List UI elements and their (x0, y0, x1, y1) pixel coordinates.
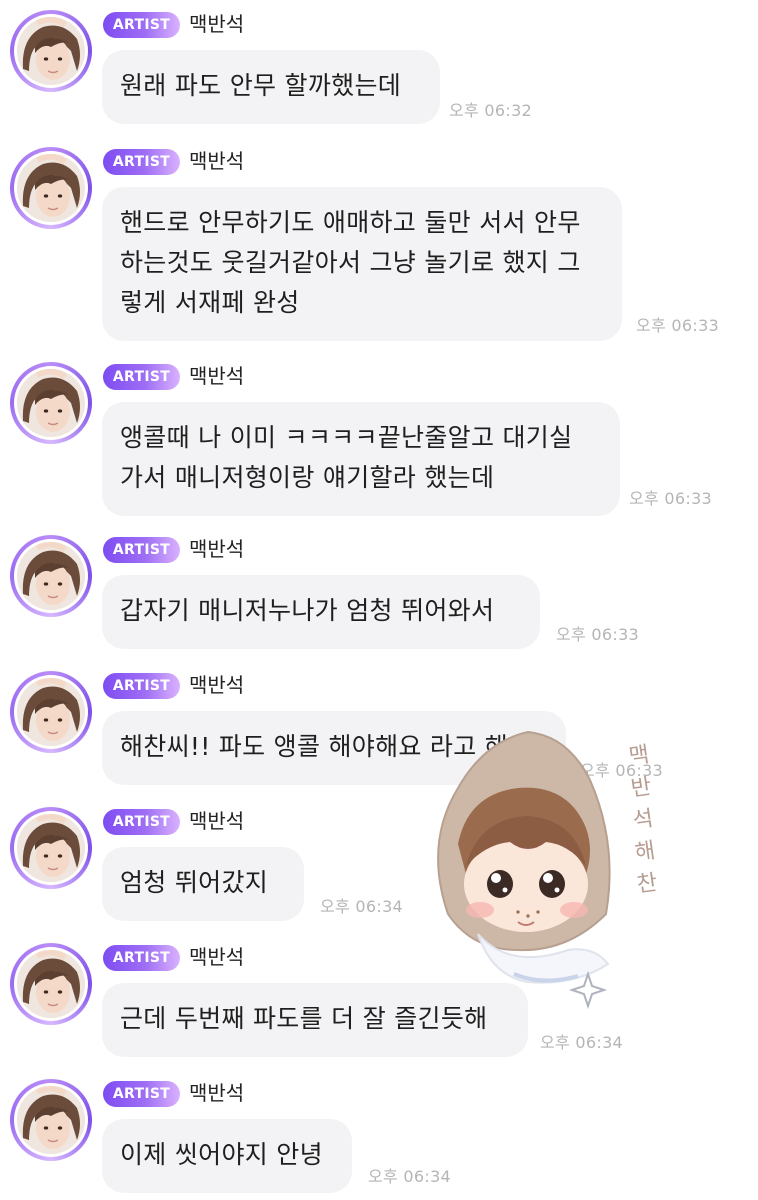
sender-name: 맥반석 (189, 673, 245, 697)
message-bubble: 갑자기 매니저누나가 엄청 뛰어와서 (102, 575, 540, 649)
avatar[interactable] (10, 943, 92, 1025)
artist-badge: ARTIST (103, 945, 180, 971)
message-bubble: 핸드로 안무하기도 애매하고 둘만 서서 안무 하는것도 웃길거같아서 그냥 놀… (102, 187, 622, 341)
message-text: 앵콜때 나 이미 ㅋㅋㅋㅋ끝난줄알고 대기실 가서 매니저형이랑 얘기할라 했는… (120, 423, 573, 492)
avatar[interactable] (10, 147, 92, 229)
message-bubble: 앵콜때 나 이미 ㅋㅋㅋㅋ끝난줄알고 대기실 가서 매니저형이랑 얘기할라 했는… (102, 402, 620, 516)
message-text: 핸드로 안무하기도 애매하고 둘만 서서 안무 하는것도 웃길거같아서 그냥 놀… (120, 208, 581, 317)
artist-badge: ARTIST (103, 149, 180, 175)
avatar[interactable] (10, 807, 92, 889)
sender-name: 맥반석 (189, 1081, 245, 1105)
message-time: 오후 06:32 (449, 101, 533, 120)
message-bubble: 엄청 뛰어갔지 (102, 847, 304, 921)
sender-name: 맥반석 (189, 12, 245, 36)
artist-badge: ARTIST (103, 673, 180, 699)
avatar[interactable] (10, 1079, 92, 1161)
sender-name: 맥반석 (189, 537, 245, 561)
sender-name: 맥반석 (189, 945, 245, 969)
artist-badge: ARTIST (103, 12, 180, 38)
svg-text:반: 반 (629, 774, 653, 802)
avatar[interactable] (10, 10, 92, 92)
message-time: 오후 06:33 (636, 316, 720, 335)
svg-text:맥: 맥 (627, 742, 651, 770)
message-time: 오후 06:34 (320, 897, 404, 916)
message-time: 오후 06:34 (540, 1033, 624, 1052)
sender-name: 맥반석 (189, 364, 245, 388)
message-text: 원래 파도 안무 할까했는데 (120, 71, 402, 100)
message-text: 엄청 뛰어갔지 (120, 868, 269, 897)
avatar[interactable] (10, 671, 92, 753)
svg-text:찬: 찬 (635, 870, 659, 898)
message-time: 오후 06:33 (556, 625, 640, 644)
artist-badge: ARTIST (103, 1081, 180, 1107)
artist-badge: ARTIST (103, 364, 180, 390)
sender-name: 맥반석 (189, 149, 245, 173)
avatar[interactable] (10, 362, 92, 444)
chat-feed[interactable]: ARTIST 맥반석 원래 파도 안무 할까했는데 오후 06:32 ARTIS… (0, 0, 758, 1200)
message-text: 갑자기 매니저누나가 엄청 뛰어와서 (120, 596, 495, 625)
message-bubble: 원래 파도 안무 할까했는데 (102, 50, 440, 124)
avatar[interactable] (10, 535, 92, 617)
svg-text:해: 해 (633, 838, 657, 866)
chibi-sticker: 맥 반 석 해 찬 (418, 724, 670, 1014)
svg-text:석: 석 (631, 806, 655, 834)
artist-badge: ARTIST (103, 809, 180, 835)
message-time: 오후 06:33 (629, 489, 713, 508)
sender-name: 맥반석 (189, 809, 245, 833)
artist-badge: ARTIST (103, 537, 180, 563)
message-time: 오후 06:34 (368, 1167, 452, 1186)
message-text: 이제 씻어야지 안녕 (120, 1140, 323, 1169)
message-bubble: 이제 씻어야지 안녕 (102, 1119, 352, 1193)
